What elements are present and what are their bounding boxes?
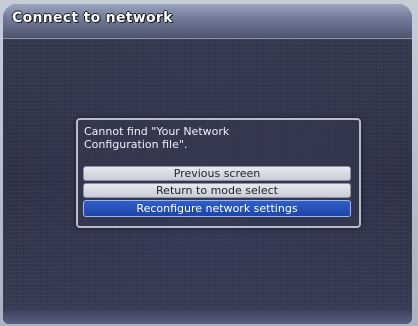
error-message: Cannot find "Your Network Configuration … xyxy=(84,125,230,151)
error-dialog: Cannot find "Your Network Configuration … xyxy=(76,118,361,228)
title-bar: Connect to network xyxy=(3,4,412,39)
reconfigure-network-settings-button[interactable]: Reconfigure network settings xyxy=(83,200,351,217)
previous-screen-button[interactable]: Previous screen xyxy=(83,166,351,181)
bottom-bar xyxy=(3,310,412,324)
tv-screen: Connect to network Cannot find "Your Net… xyxy=(3,4,412,324)
screen-frame: Connect to network Cannot find "Your Net… xyxy=(0,0,418,326)
page-title: Connect to network xyxy=(12,10,173,26)
return-to-mode-select-button[interactable]: Return to mode select xyxy=(83,183,351,198)
